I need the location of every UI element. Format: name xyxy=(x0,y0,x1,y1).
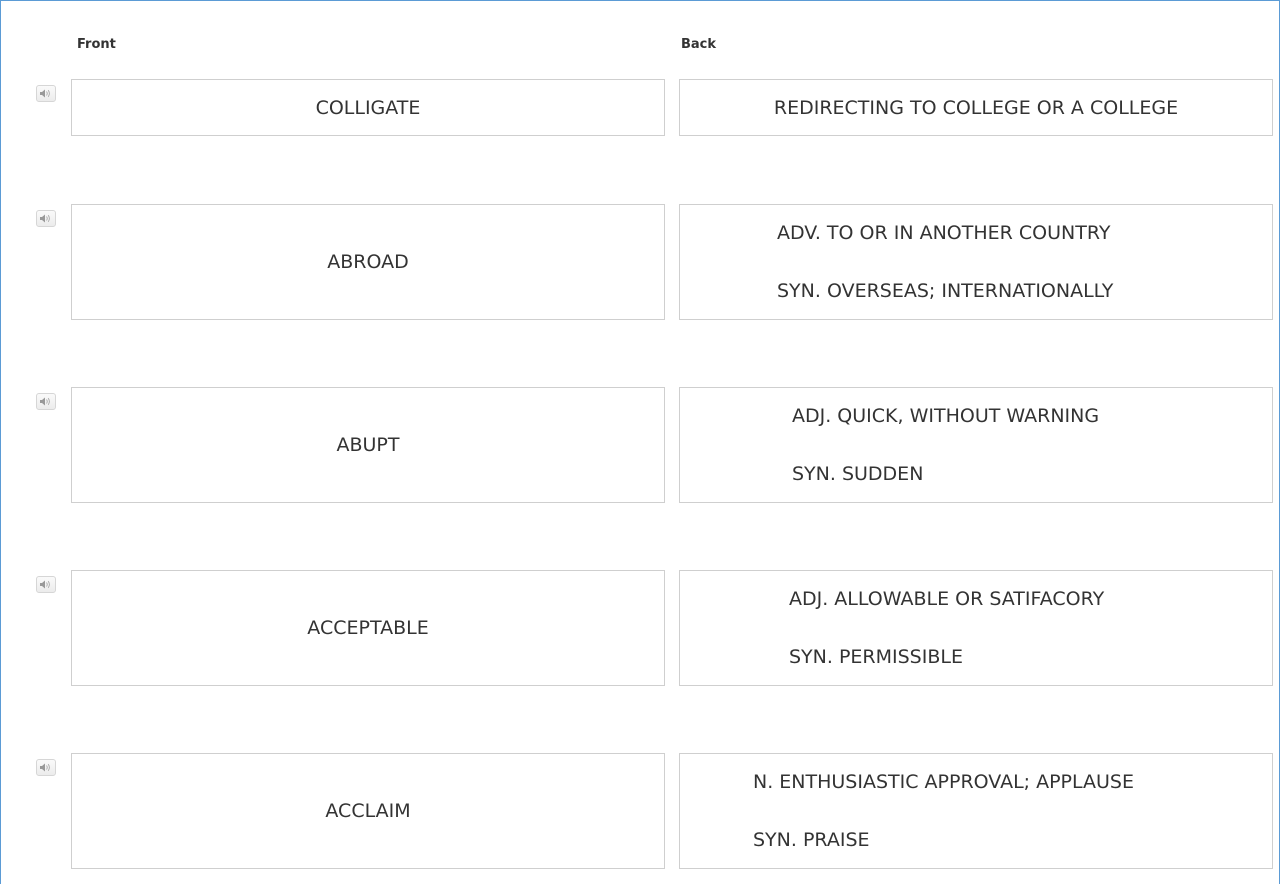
front-text: ACCLAIM xyxy=(325,800,411,822)
audio-button[interactable] xyxy=(36,85,56,102)
front-text: ACCEPTABLE xyxy=(307,617,429,639)
back-field[interactable]: ADV. TO OR IN ANOTHER COUNTRY SYN. OVERS… xyxy=(679,204,1273,320)
front-field[interactable]: ACCEPTABLE xyxy=(71,570,665,686)
back-text-line: SYN. SUDDEN xyxy=(792,463,924,485)
front-field[interactable]: COLLIGATE xyxy=(71,79,665,136)
back-field[interactable]: REDIRECTING TO COLLEGE OR A COLLEGE xyxy=(679,79,1273,136)
front-text: COLLIGATE xyxy=(315,96,421,119)
back-text-line: ADJ. ALLOWABLE OR SATIFACORY xyxy=(789,588,1105,610)
flashcard-editor: Front Back COLLIGATE REDIRECTING TO COLL… xyxy=(0,0,1280,884)
back-field[interactable]: ADJ. QUICK, WITHOUT WARNING SYN. SUDDEN xyxy=(679,387,1273,503)
speaker-icon xyxy=(40,580,52,589)
back-column-header: Back xyxy=(681,37,717,52)
back-text-line: ADV. TO OR IN ANOTHER COUNTRY xyxy=(777,222,1111,244)
back-text-line: ADJ. QUICK, WITHOUT WARNING xyxy=(792,405,1100,427)
back-text-line: SYN. OVERSEAS; INTERNATIONALLY xyxy=(777,280,1114,302)
back-text-line: N. ENTHUSIASTIC APPROVAL; APPLAUSE xyxy=(753,771,1134,793)
back-text-line: SYN. PRAISE xyxy=(753,829,870,851)
speaker-icon xyxy=(40,397,52,406)
audio-button[interactable] xyxy=(36,210,56,227)
front-field[interactable]: ABUPT xyxy=(71,387,665,503)
back-field[interactable]: N. ENTHUSIASTIC APPROVAL; APPLAUSE SYN. … xyxy=(679,753,1273,869)
front-field[interactable]: ABROAD xyxy=(71,204,665,320)
speaker-icon xyxy=(40,763,52,772)
front-text: ABROAD xyxy=(327,251,409,273)
front-field[interactable]: ACCLAIM xyxy=(71,753,665,869)
speaker-icon xyxy=(40,214,52,223)
speaker-icon xyxy=(40,89,52,98)
back-field[interactable]: ADJ. ALLOWABLE OR SATIFACORY SYN. PERMIS… xyxy=(679,570,1273,686)
front-text: ABUPT xyxy=(336,434,400,456)
front-column-header: Front xyxy=(77,37,116,52)
audio-button[interactable] xyxy=(36,759,56,776)
back-text-line: REDIRECTING TO COLLEGE OR A COLLEGE xyxy=(773,96,1179,119)
audio-button[interactable] xyxy=(36,393,56,410)
audio-button[interactable] xyxy=(36,576,56,593)
back-text-line: SYN. PERMISSIBLE xyxy=(789,646,963,668)
